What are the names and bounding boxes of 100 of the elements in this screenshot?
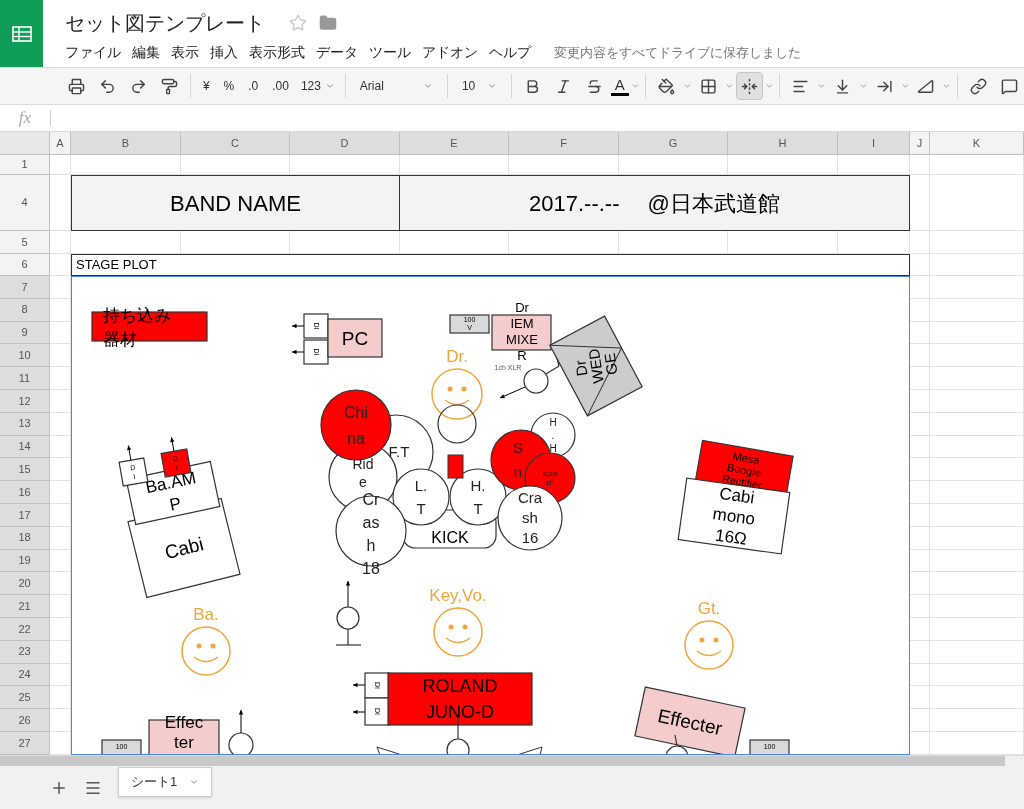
grid-cell[interactable] bbox=[50, 367, 71, 390]
date-venue-cell[interactable]: 2017.--.-- @日本武道館 bbox=[400, 175, 910, 231]
grid-cell[interactable] bbox=[910, 595, 930, 618]
column-header[interactable]: B bbox=[71, 132, 181, 155]
grid-cell[interactable] bbox=[50, 526, 71, 550]
row-header[interactable]: 16 bbox=[0, 481, 50, 504]
menu-item[interactable]: 編集 bbox=[132, 43, 160, 64]
band-name-cell[interactable]: BAND NAME bbox=[71, 175, 400, 231]
row-header[interactable]: 12 bbox=[0, 390, 50, 413]
increase-decimals-button[interactable]: .00 bbox=[266, 72, 295, 100]
grid-cell[interactable] bbox=[910, 686, 930, 710]
grid-cell[interactable] bbox=[930, 526, 1024, 550]
grid-cell[interactable] bbox=[50, 276, 71, 299]
grid-cell[interactable] bbox=[509, 155, 619, 175]
column-header[interactable]: H bbox=[728, 132, 838, 155]
grid-cell[interactable] bbox=[838, 231, 910, 254]
grid-cell[interactable] bbox=[910, 549, 930, 573]
grid-cell[interactable] bbox=[930, 412, 1024, 436]
menu-item[interactable]: ヘルプ bbox=[489, 43, 531, 64]
stage-plot-drawing[interactable] bbox=[71, 276, 910, 755]
grid-cell[interactable] bbox=[910, 731, 930, 755]
grid-cell[interactable] bbox=[50, 390, 71, 413]
grid-cell[interactable] bbox=[290, 155, 400, 175]
grid-cell[interactable] bbox=[930, 458, 1024, 482]
grid-cell[interactable] bbox=[930, 640, 1024, 664]
menu-item[interactable]: 表示形式 bbox=[249, 43, 305, 64]
row-header[interactable]: 27 bbox=[0, 731, 50, 755]
row-header[interactable]: 13 bbox=[0, 412, 50, 436]
grid-cell[interactable] bbox=[728, 231, 838, 254]
grid-cell[interactable] bbox=[910, 572, 930, 596]
menu-item[interactable]: 挿入 bbox=[210, 43, 238, 64]
stage-plot-cell[interactable]: STAGE PLOT bbox=[71, 254, 910, 276]
grid-cell[interactable] bbox=[930, 175, 1024, 231]
select-all-corner[interactable] bbox=[0, 132, 50, 155]
grid-cell[interactable] bbox=[50, 231, 71, 254]
menu-item[interactable]: 表示 bbox=[171, 43, 199, 64]
grid-cell[interactable] bbox=[930, 231, 1024, 254]
grid-cell[interactable] bbox=[619, 231, 728, 254]
grid-cell[interactable] bbox=[910, 390, 930, 413]
column-header[interactable]: G bbox=[619, 132, 728, 155]
grid-cell[interactable] bbox=[50, 503, 71, 527]
decrease-decimals-button[interactable]: .0 bbox=[242, 72, 265, 100]
grid-cell[interactable] bbox=[930, 549, 1024, 573]
grid-cell[interactable] bbox=[71, 231, 181, 254]
grid-cell[interactable] bbox=[910, 617, 930, 641]
grid-cell[interactable] bbox=[930, 298, 1024, 322]
font-size-dropdown[interactable]: 10 bbox=[453, 77, 505, 95]
grid-cell[interactable] bbox=[50, 731, 71, 755]
grid-cell[interactable] bbox=[930, 731, 1024, 755]
grid-cell[interactable] bbox=[910, 254, 930, 276]
horizontal-scrollbar[interactable] bbox=[0, 756, 1005, 766]
sheet-tab[interactable]: シート1 bbox=[118, 766, 213, 797]
grid-cell[interactable] bbox=[50, 481, 71, 504]
grid-cell[interactable] bbox=[50, 412, 71, 436]
grid-cell[interactable] bbox=[910, 640, 930, 664]
grid-cell[interactable] bbox=[930, 709, 1024, 732]
row-header[interactable]: 10 bbox=[0, 344, 50, 368]
grid-cell[interactable] bbox=[838, 155, 910, 175]
grid-cell[interactable] bbox=[930, 321, 1024, 345]
grid-cell[interactable] bbox=[930, 663, 1024, 687]
grid-cell[interactable] bbox=[910, 503, 930, 527]
grid-cell[interactable] bbox=[910, 344, 930, 368]
row-header[interactable]: 6 bbox=[0, 254, 50, 276]
grid-cell[interactable] bbox=[400, 231, 509, 254]
grid-cell[interactable] bbox=[930, 617, 1024, 641]
row-header[interactable]: 19 bbox=[0, 549, 50, 573]
row-header[interactable]: 9 bbox=[0, 321, 50, 345]
grid-cell[interactable] bbox=[910, 481, 930, 504]
grid-cell[interactable] bbox=[50, 254, 71, 276]
grid-cell[interactable] bbox=[50, 175, 71, 231]
column-header[interactable]: D bbox=[290, 132, 400, 155]
column-header[interactable]: J bbox=[910, 132, 930, 155]
grid-cell[interactable] bbox=[290, 231, 400, 254]
row-header[interactable]: 24 bbox=[0, 663, 50, 687]
row-header[interactable]: 21 bbox=[0, 595, 50, 618]
row-header[interactable]: 26 bbox=[0, 709, 50, 732]
font-dropdown[interactable]: Arial bbox=[351, 77, 442, 95]
percent-button[interactable]: % bbox=[217, 72, 241, 100]
grid-cell[interactable] bbox=[930, 435, 1024, 459]
column-header[interactable]: C bbox=[181, 132, 290, 155]
grid-cell[interactable] bbox=[930, 390, 1024, 413]
row-header[interactable]: 23 bbox=[0, 640, 50, 664]
grid-cell[interactable] bbox=[930, 595, 1024, 618]
row-header[interactable]: 8 bbox=[0, 298, 50, 322]
grid-cell[interactable] bbox=[50, 640, 71, 664]
row-header[interactable]: 18 bbox=[0, 526, 50, 550]
grid-cell[interactable] bbox=[50, 549, 71, 573]
row-header[interactable]: 1 bbox=[0, 155, 50, 175]
grid-cell[interactable] bbox=[910, 367, 930, 390]
grid-cell[interactable] bbox=[50, 595, 71, 618]
text-color-button[interactable]: A bbox=[610, 76, 629, 96]
number-format-dropdown[interactable]: 123 bbox=[296, 77, 339, 95]
grid-cell[interactable] bbox=[930, 503, 1024, 527]
grid-cell[interactable] bbox=[930, 344, 1024, 368]
grid-cell[interactable] bbox=[50, 663, 71, 687]
grid-cell[interactable] bbox=[910, 412, 930, 436]
grid-cell[interactable] bbox=[930, 367, 1024, 390]
grid-cell[interactable] bbox=[910, 298, 930, 322]
grid-cell[interactable] bbox=[910, 175, 930, 231]
grid-cell[interactable] bbox=[930, 481, 1024, 504]
